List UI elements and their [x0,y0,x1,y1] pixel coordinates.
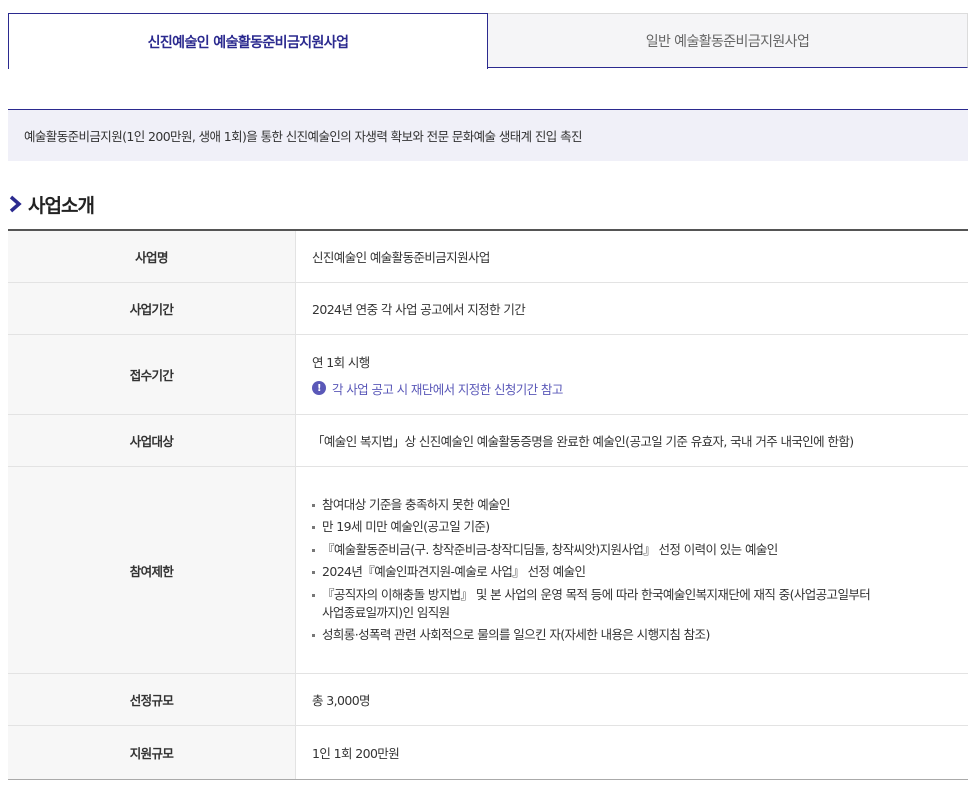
list-item: 참여대상 기준을 충족하지 못한 예술인 [312,496,968,514]
list-item: 2024년『예술인파견지원-예술로 사업』 선정 예술인 [312,563,968,581]
table-row-selection-scale: 선정규모 총 3,000명 [8,674,968,726]
row-label: 지원규모 [8,726,296,779]
tab-general-artist-support[interactable]: 일반 예술활동준비금지원사업 [488,13,968,68]
row-label: 사업기간 [8,283,296,334]
tab-new-artist-support[interactable]: 신진예술인 예술활동준비금지원사업 [8,13,488,69]
exclamation-icon: ! [312,381,326,395]
row-label: 선정규모 [8,674,296,725]
row-value: 1인 1회 200만원 [312,746,400,761]
notice-line: ! 각 사업 공고 시 재단에서 지정한 신청기간 참고 [312,379,968,398]
table-row-support-scale: 지원규모 1인 1회 200만원 [8,726,968,779]
table-row-restrictions: 참여제한 참여대상 기준을 충족하지 못한 예술인 만 19세 미만 예술인(공… [8,467,968,674]
row-label: 사업대상 [8,415,296,466]
row-label: 참여제한 [8,467,296,673]
section-heading: 사업소개 [8,190,95,218]
program-summary-banner: 예술활동준비금지원(1인 200만원, 생애 1회)을 통한 신진예술인의 자생… [8,109,968,161]
section-title: 사업소개 [28,194,95,217]
table-row-business-period: 사업기간 2024년 연중 각 사업 공고에서 지정한 기간 [8,283,968,335]
program-summary-text: 예술활동준비금지원(1인 200만원, 생애 1회)을 통한 신진예술인의 자생… [24,129,582,144]
notice-text: 각 사업 공고 시 재단에서 지정한 신청기간 참고 [332,381,563,397]
list-item: 성희롱·성폭력 관련 사회적으로 물의를 일으킨 자(자세한 내용은 시행지침 … [312,626,968,644]
list-item-line: 사업종료일까지)인 임직원 [322,604,450,620]
row-value: 「예술인 복지법」상 신진예술인 예술활동증명을 완료한 예술인(공고일 기준 … [312,434,854,449]
program-info-table: 사업명 신진예술인 예술활동준비금지원사업 사업기간 2024년 연중 각 사업… [8,229,968,780]
table-row-target: 사업대상 「예술인 복지법」상 신진예술인 예술활동증명을 완료한 예술인(공고… [8,415,968,467]
list-item: 『예술활동준비금(구. 창작준비금-창작디딤돌, 창작씨앗)지원사업』 선정 이… [312,541,968,559]
row-value: 연 1회 시행 [312,354,370,370]
table-row-application-period: 접수기간 연 1회 시행 ! 각 사업 공고 시 재단에서 지정한 신청기간 참… [8,335,968,415]
table-row-business-name: 사업명 신진예술인 예술활동준비금지원사업 [8,231,968,283]
list-item: 만 19세 미만 예술인(공고일 기준) [312,518,968,536]
row-label: 접수기간 [8,335,296,414]
list-item-line: 『공직자의 이해충돌 방지법』 및 본 사업의 운영 목적 등에 따라 한국예술… [322,586,871,602]
row-value: 2024년 연중 각 사업 공고에서 지정한 기간 [312,302,526,317]
row-value: 신진예술인 예술활동준비금지원사업 [312,250,490,265]
list-item: 『공직자의 이해충돌 방지법』 및 본 사업의 운영 목적 등에 따라 한국예술… [312,586,968,622]
row-value: 총 3,000명 [312,693,371,708]
restrictions-list: 참여대상 기준을 충족하지 못한 예술인 만 19세 미만 예술인(공고일 기준… [312,491,968,649]
row-label: 사업명 [8,231,296,282]
chevron-right-icon [9,195,22,213]
tab-bar: 신진예술인 예술활동준비금지원사업 일반 예술활동준비금지원사업 [8,13,968,69]
